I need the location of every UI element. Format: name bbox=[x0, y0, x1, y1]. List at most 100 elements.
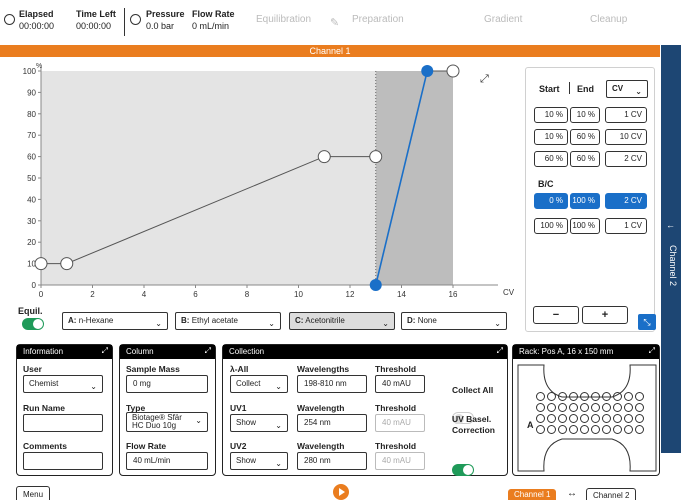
runname-input[interactable] bbox=[23, 414, 103, 432]
expand-icon[interactable]: ⤢ bbox=[497, 346, 503, 356]
row1-end[interactable]: 10 % bbox=[570, 107, 600, 123]
remove-step-button[interactable]: − bbox=[533, 306, 579, 324]
unit-select[interactable]: CV ⌄ bbox=[606, 80, 648, 98]
swap-channels-icon[interactable]: ↔ bbox=[567, 488, 577, 499]
rack-well[interactable] bbox=[569, 414, 578, 423]
row2-end[interactable]: 60 % bbox=[570, 129, 600, 145]
play-button[interactable] bbox=[333, 484, 349, 500]
rack-well[interactable] bbox=[591, 403, 600, 412]
rack-well[interactable] bbox=[569, 403, 578, 412]
rack-well[interactable] bbox=[635, 392, 644, 401]
bc-row1-start[interactable]: 0 % bbox=[534, 193, 568, 209]
rack-well[interactable] bbox=[547, 414, 556, 423]
rack-well[interactable] bbox=[602, 425, 611, 434]
rack-well[interactable] bbox=[580, 414, 589, 423]
expand-icon[interactable]: ⤢ bbox=[649, 346, 655, 356]
rack-well[interactable] bbox=[624, 414, 633, 423]
user-select[interactable]: Chemist ⌄ bbox=[23, 375, 103, 393]
rack-well[interactable] bbox=[602, 392, 611, 401]
rack-well[interactable] bbox=[613, 425, 622, 434]
solvent-a-select[interactable]: A: n-Hexane ⌄ bbox=[62, 312, 168, 330]
rack-well[interactable] bbox=[624, 392, 633, 401]
threshold-input-3[interactable]: 40 mAU bbox=[375, 452, 425, 470]
rack-well[interactable] bbox=[613, 403, 622, 412]
rack-well[interactable] bbox=[624, 403, 633, 412]
bc-row1-length[interactable]: 2 CV bbox=[605, 193, 647, 209]
uv2-select[interactable]: Show ⌄ bbox=[230, 452, 288, 470]
rack-well[interactable] bbox=[558, 425, 567, 434]
rack-well[interactable] bbox=[558, 414, 567, 423]
rack-well[interactable] bbox=[569, 425, 578, 434]
uv1-select[interactable]: Show ⌄ bbox=[230, 414, 288, 432]
rack-well[interactable] bbox=[635, 425, 644, 434]
rack-well[interactable] bbox=[613, 414, 622, 423]
rack-well[interactable] bbox=[635, 414, 644, 423]
rack-well[interactable] bbox=[536, 425, 545, 434]
channel-2-button[interactable]: Channel 2 bbox=[586, 488, 637, 500]
channel-2-side-tab[interactable]: ← Channel 2 bbox=[661, 45, 681, 453]
rack-well[interactable] bbox=[536, 414, 545, 423]
stage-preparation[interactable]: Preparation bbox=[352, 14, 404, 25]
gradient-chart[interactable]: 0102030405060708090100%0 2 4 6 8 10 12 14 16 CV⤢ bbox=[0, 60, 520, 302]
rack-well[interactable] bbox=[547, 425, 556, 434]
wavelengths-input[interactable]: 198-810 nm bbox=[297, 375, 367, 393]
threshold-input-2[interactable]: 40 mAU bbox=[375, 414, 425, 432]
rack-well[interactable] bbox=[558, 392, 567, 401]
rack-well[interactable] bbox=[580, 403, 589, 412]
rack-well[interactable] bbox=[602, 414, 611, 423]
solvent-c-select[interactable]: C: Acetonitrile ⌄ bbox=[289, 312, 395, 330]
rack-well[interactable] bbox=[547, 403, 556, 412]
menu-button[interactable]: Menu bbox=[16, 486, 51, 500]
row3-length[interactable]: 2 CV bbox=[605, 151, 647, 167]
solvent-b-select[interactable]: B: Ethyl acetate ⌄ bbox=[175, 312, 281, 330]
rack-wells[interactable] bbox=[535, 391, 647, 435]
pencil-icon[interactable]: ✎ bbox=[330, 16, 339, 29]
equil-toggle[interactable] bbox=[22, 318, 44, 330]
row3-start[interactable]: 60 % bbox=[534, 151, 568, 167]
channel-1-button[interactable]: Channel 1 bbox=[508, 489, 557, 500]
lambda-all-select[interactable]: Collect ⌄ bbox=[230, 375, 288, 393]
column-flow-input[interactable]: 40 mL/min bbox=[126, 452, 208, 470]
expand-icon[interactable]: ⤢ bbox=[102, 346, 108, 356]
rack-well[interactable] bbox=[536, 403, 545, 412]
rack-well[interactable] bbox=[580, 425, 589, 434]
row2-start[interactable]: 10 % bbox=[534, 129, 568, 145]
comments-input[interactable] bbox=[23, 452, 103, 470]
wavelength-input-1[interactable]: 254 nm bbox=[297, 414, 367, 432]
x-tick-label: 4 bbox=[142, 290, 147, 299]
expand-chart-icon[interactable]: ⤢ bbox=[480, 72, 489, 85]
bc-row2-end[interactable]: 100 % bbox=[570, 218, 600, 234]
row2-length[interactable]: 10 CV bbox=[605, 129, 647, 145]
rack-well[interactable] bbox=[602, 403, 611, 412]
expand-icon[interactable]: ⤢ bbox=[205, 346, 211, 356]
rack-well[interactable] bbox=[558, 403, 567, 412]
rack-well[interactable] bbox=[624, 425, 633, 434]
rack-well[interactable] bbox=[569, 392, 578, 401]
rack-well[interactable] bbox=[591, 425, 600, 434]
bc-row2-length[interactable]: 1 CV bbox=[605, 218, 647, 234]
bc-row1-end[interactable]: 100 % bbox=[570, 193, 600, 209]
rack-well[interactable] bbox=[635, 403, 644, 412]
column-type-select[interactable]: Biotage® Sfär HC Duo 10g ⌄ bbox=[126, 412, 208, 432]
collapse-icon[interactable]: ⤡ bbox=[638, 314, 656, 330]
add-step-button[interactable]: + bbox=[582, 306, 628, 324]
rack-well[interactable] bbox=[580, 392, 589, 401]
row1-start[interactable]: 10 % bbox=[534, 107, 568, 123]
solvent-d-select[interactable]: D: None ⌄ bbox=[401, 312, 507, 330]
rack-well[interactable] bbox=[591, 414, 600, 423]
stage-equilibration[interactable]: Equilibration bbox=[256, 14, 311, 25]
sample-mass-input[interactable]: 0 mg bbox=[126, 375, 208, 393]
stage-cleanup[interactable]: Cleanup bbox=[590, 14, 627, 25]
rack-well[interactable] bbox=[591, 392, 600, 401]
stage-gradient[interactable]: Gradient bbox=[484, 14, 522, 25]
pressure-icon bbox=[130, 14, 141, 25]
rack-well[interactable] bbox=[536, 392, 545, 401]
row1-length[interactable]: 1 CV bbox=[605, 107, 647, 123]
bc-row2-start[interactable]: 100 % bbox=[534, 218, 568, 234]
wavelength-input-2[interactable]: 280 nm bbox=[297, 452, 367, 470]
row3-end[interactable]: 60 % bbox=[570, 151, 600, 167]
threshold-input-1[interactable]: 40 mAU bbox=[375, 375, 425, 393]
rack-well[interactable] bbox=[547, 392, 556, 401]
uv-baseline-toggle[interactable] bbox=[452, 464, 474, 476]
rack-well[interactable] bbox=[613, 392, 622, 401]
